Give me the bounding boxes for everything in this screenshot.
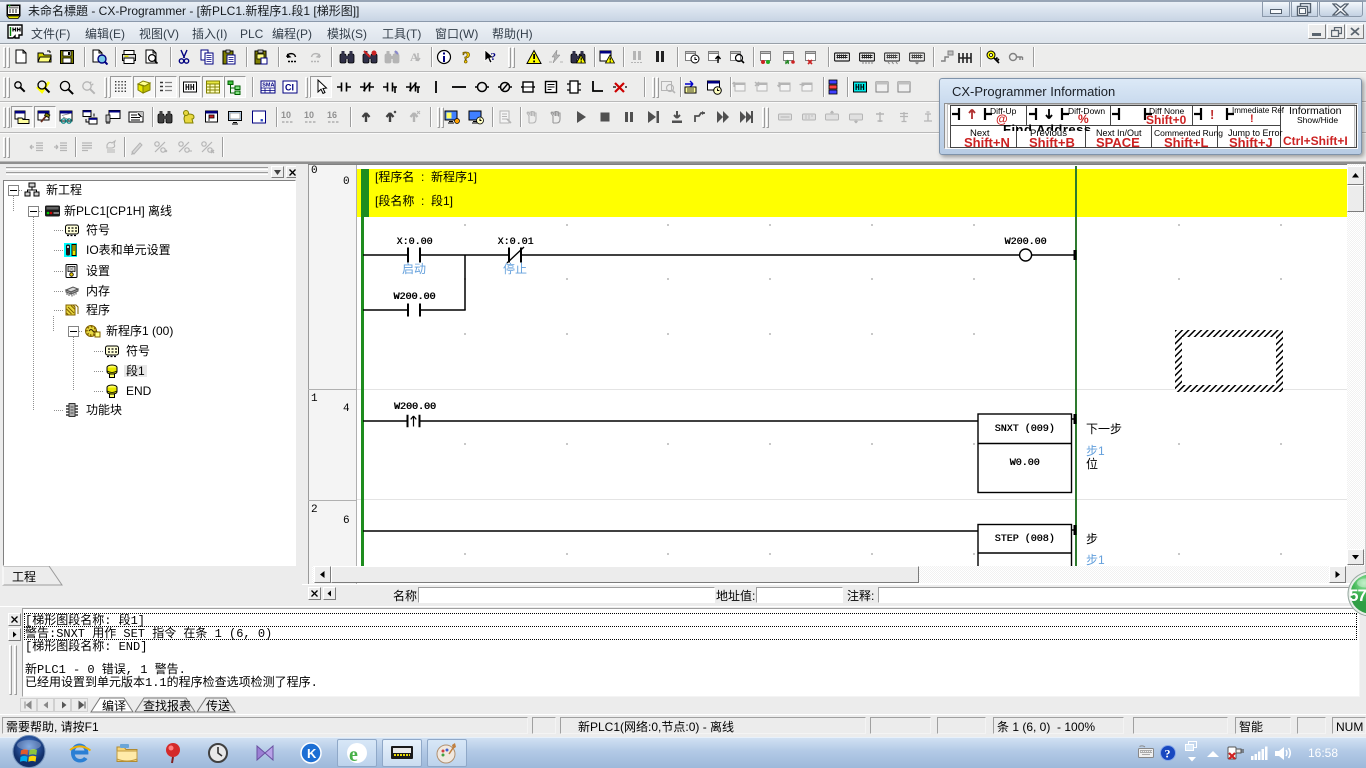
svg-text:e: e [349,744,358,765]
svg-text:?: ? [1165,747,1171,761]
svg-text:!: ! [1210,107,1214,121]
svg-text:K: K [307,746,317,761]
svg-text:57: 57 [1349,586,1366,605]
